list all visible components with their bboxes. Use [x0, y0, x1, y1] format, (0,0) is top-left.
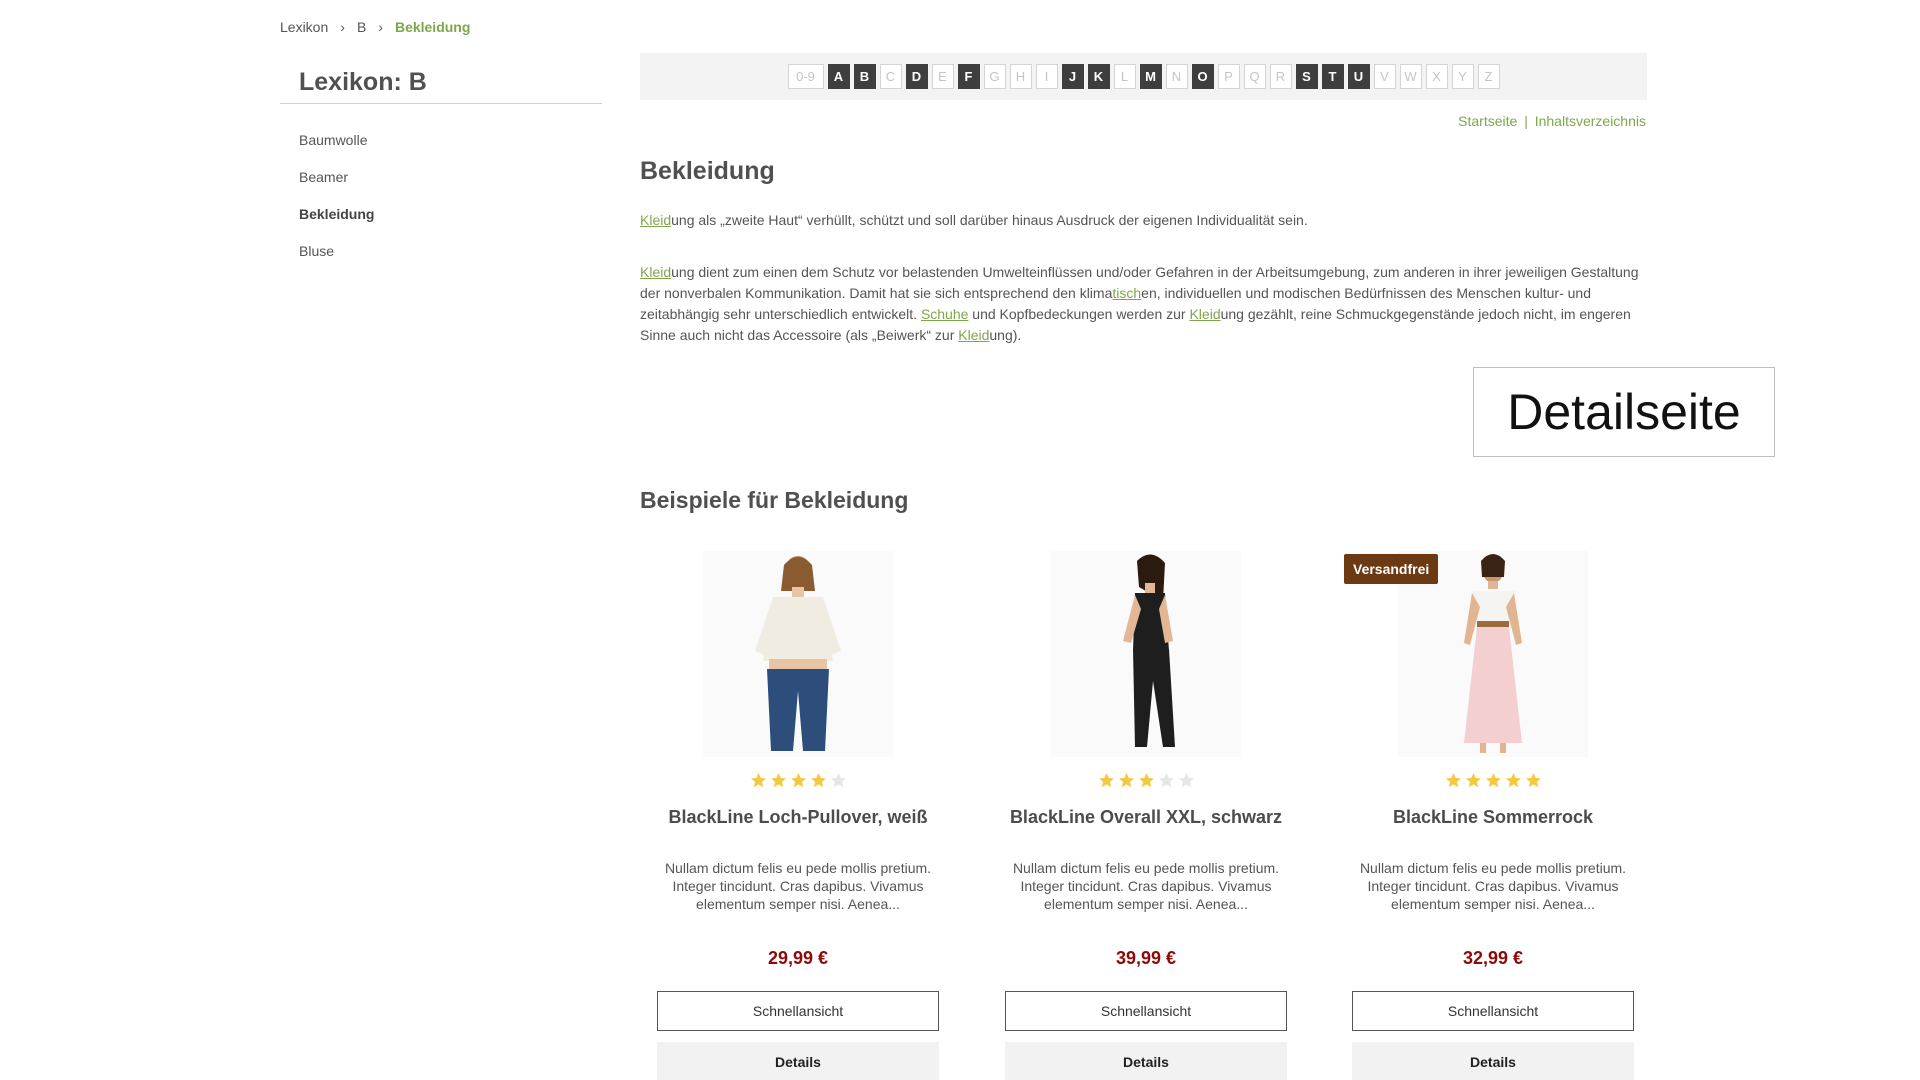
star-filled-icon [810, 773, 826, 788]
letter-m[interactable]: M [1139, 64, 1162, 89]
star-filled-icon [1098, 773, 1114, 788]
letter-g: G [983, 64, 1006, 89]
breadcrumb-current: Bekleidung [394, 19, 471, 35]
letter-l: L [1113, 64, 1136, 89]
product-card: Versandfrei BlackLine Sommerrock Nullam … [1344, 551, 1634, 1080]
star-filled-icon [1485, 773, 1501, 788]
star-filled-icon [1525, 773, 1541, 788]
letter-x: X [1425, 64, 1448, 89]
letter-b[interactable]: B [853, 64, 876, 89]
rating-stars [657, 772, 939, 792]
glossary-link[interactable]: Kleid [640, 264, 671, 280]
glossary-link[interactable]: Kleid [958, 327, 989, 343]
letter-w: W [1399, 64, 1422, 89]
star-filled-icon [1505, 773, 1521, 788]
alphabet-navigation: 0-9 A B C D E F G H I J K L M N O P Q R S T U V W X Y Z [640, 53, 1647, 100]
letter-s[interactable]: S [1295, 64, 1318, 89]
details-button[interactable]: Details [1005, 1042, 1287, 1080]
glossary-link[interactable]: Kleid [1189, 306, 1220, 322]
article-body-paragraph: Kleidung dient zum einen dem Schutz vor … [640, 262, 1647, 346]
star-filled-icon [1465, 773, 1481, 788]
chevron-right-icon: › [340, 19, 345, 35]
letter-j[interactable]: J [1061, 64, 1084, 89]
letter-0-9: 0-9 [787, 64, 824, 89]
rating-stars [1352, 772, 1634, 792]
letter-r: R [1269, 64, 1292, 89]
product-price: 39,99 € [1115, 948, 1177, 968]
letter-c: C [879, 64, 902, 89]
sidebar-title: Lexikon: B [280, 68, 602, 104]
product-description: Nullam dictum felis eu pede mollis preti… [664, 860, 932, 912]
rating-stars [1005, 772, 1287, 792]
star-filled-icon [1118, 773, 1134, 788]
glossary-link[interactable]: tisch [1112, 285, 1141, 301]
breadcrumb: Lexikon › B › Bekleidung [280, 19, 470, 35]
paragraph-text: ung als „zweite Haut“ verhüllt, schützt … [671, 212, 1308, 228]
product-image-sweater[interactable] [703, 551, 893, 757]
letter-i: I [1035, 64, 1058, 89]
sidebar-item-beamer[interactable]: Beamer [280, 159, 602, 196]
breadcrumb-b[interactable]: B [357, 19, 366, 35]
versandfrei-badge: Versandfrei [1344, 554, 1439, 584]
letter-d[interactable]: D [905, 64, 928, 89]
letter-t[interactable]: T [1321, 64, 1344, 89]
letter-a[interactable]: A [827, 64, 850, 89]
detailseite-button[interactable]: Detailseite [1473, 367, 1775, 457]
product-image-overall[interactable] [1051, 551, 1241, 757]
star-filled-icon [1138, 773, 1154, 788]
product-price: 32,99 € [1462, 948, 1524, 968]
star-filled-icon [750, 773, 766, 788]
page-title: Bekleidung [640, 157, 775, 185]
sidebar-item-bekleidung[interactable]: Bekleidung [280, 196, 602, 233]
sidebar-item-bluse[interactable]: Bluse [280, 233, 602, 270]
link-separator: | [1524, 113, 1528, 129]
letter-p: P [1217, 64, 1240, 89]
letter-v: V [1373, 64, 1396, 89]
paragraph-text: und Kopfbedeckungen werden zur [968, 306, 1190, 322]
details-button[interactable]: Details [1352, 1042, 1634, 1080]
star-filled-icon [1445, 773, 1461, 788]
letter-o[interactable]: O [1191, 64, 1214, 89]
article-intro-paragraph: Kleidung als „zweite Haut“ verhüllt, sch… [640, 210, 1647, 231]
star-empty-icon [830, 773, 846, 788]
product-description: Nullam dictum felis eu pede mollis preti… [1359, 860, 1627, 912]
details-button[interactable]: Details [657, 1042, 939, 1080]
inhaltsverzeichnis-link[interactable]: Inhaltsverzeichnis [1535, 113, 1646, 129]
letter-k[interactable]: K [1087, 64, 1110, 89]
letter-n: N [1165, 64, 1188, 89]
top-links: Startseite | Inhaltsverzeichnis [1458, 113, 1646, 129]
glossary-link[interactable]: Schuhe [921, 306, 968, 322]
paragraph-text: ung). [989, 327, 1022, 343]
quick-view-button[interactable]: Schnellansicht [1005, 991, 1287, 1031]
star-filled-icon [770, 773, 786, 788]
product-name[interactable]: BlackLine Loch-Pullover, weiß [657, 807, 939, 831]
letter-u[interactable]: U [1347, 64, 1370, 89]
letter-h: H [1009, 64, 1032, 89]
product-name[interactable]: BlackLine Sommerrock [1352, 807, 1634, 831]
letter-e: E [931, 64, 954, 89]
examples-heading: Beispiele für Bekleidung [640, 487, 909, 513]
letter-y: Y [1451, 64, 1474, 89]
product-card: BlackLine Loch-Pullover, weiß Nullam dic… [657, 551, 939, 1080]
quick-view-button[interactable]: Schnellansicht [1352, 991, 1634, 1031]
product-price: 29,99 € [767, 948, 829, 968]
sidebar-list: Baumwolle Beamer Bekleidung Bluse [280, 122, 602, 270]
product-card: BlackLine Overall XXL, schwarz Nullam di… [1005, 551, 1287, 1080]
star-filled-icon [790, 773, 806, 788]
sidebar: Lexikon: B Baumwolle Beamer Bekleidung B… [280, 68, 602, 270]
chevron-right-icon: › [378, 19, 383, 35]
glossary-link[interactable]: Kleid [640, 212, 671, 228]
product-name[interactable]: BlackLine Overall XXL, schwarz [1005, 807, 1287, 831]
quick-view-button[interactable]: Schnellansicht [657, 991, 939, 1031]
letter-q: Q [1243, 64, 1266, 89]
product-description: Nullam dictum felis eu pede mollis preti… [1012, 860, 1280, 912]
startseite-link[interactable]: Startseite [1458, 113, 1517, 129]
letter-f[interactable]: F [957, 64, 980, 89]
star-empty-icon [1158, 773, 1174, 788]
sidebar-item-baumwolle[interactable]: Baumwolle [280, 122, 602, 159]
letter-z: Z [1477, 64, 1500, 89]
breadcrumb-lexikon[interactable]: Lexikon [280, 19, 328, 35]
star-empty-icon [1178, 773, 1194, 788]
